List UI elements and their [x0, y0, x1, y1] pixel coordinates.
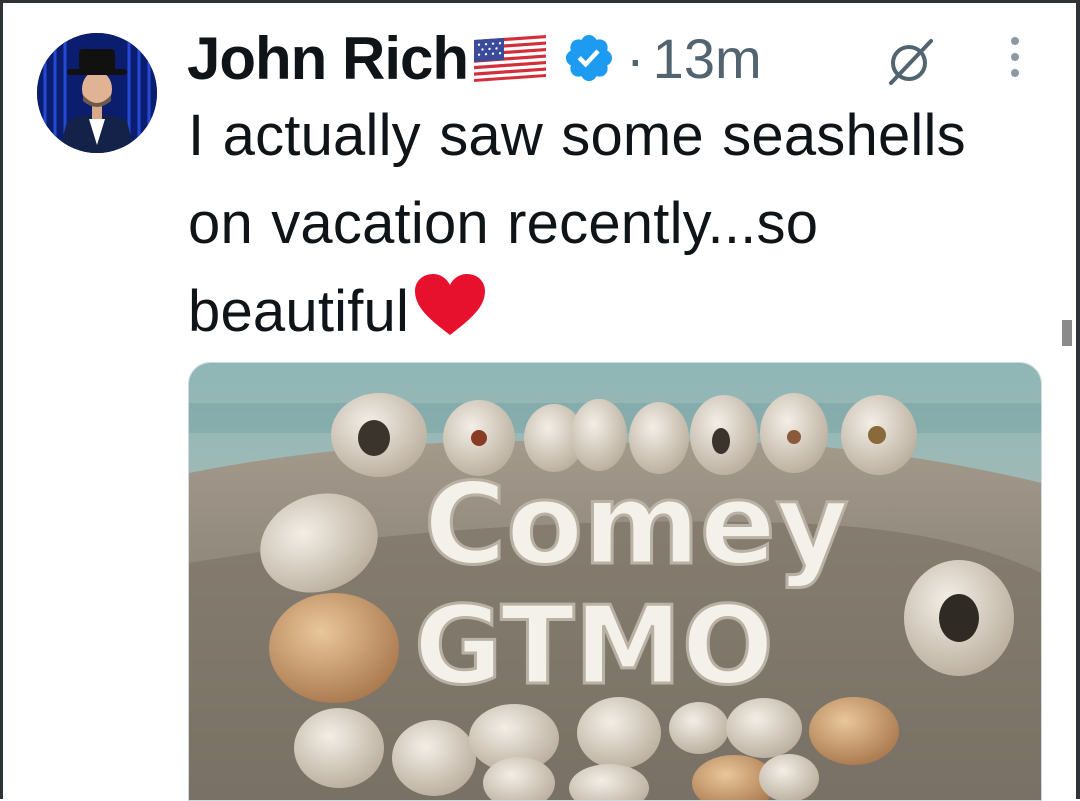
scrollbar-thumb[interactable]	[1062, 320, 1072, 346]
red-heart-icon	[411, 271, 489, 364]
author-name[interactable]: John Rich	[187, 24, 469, 93]
verified-badge-icon[interactable]	[562, 31, 616, 90]
header-separator: ·	[626, 26, 645, 90]
window-right-border	[1076, 0, 1080, 799]
more-vertical-icon[interactable]	[1005, 35, 1025, 84]
shell-text-line2: GTMO	[414, 584, 774, 709]
window-top-border	[0, 0, 1080, 3]
window-left-border	[0, 0, 3, 799]
post-timestamp[interactable]: 13m	[653, 26, 762, 91]
author-avatar[interactable]	[37, 33, 157, 153]
post-image[interactable]: Comey GTMO	[188, 362, 1042, 801]
post-header: John Rich · 13m	[187, 18, 762, 98]
post-text: I actually saw some seashells on vacatio…	[188, 92, 1048, 364]
post-text-content: I actually saw some seashells on vacatio…	[188, 103, 966, 344]
grok-icon[interactable]	[885, 35, 937, 92]
shell-text-line1: Comey	[424, 460, 849, 590]
us-flag-icon	[474, 34, 547, 87]
